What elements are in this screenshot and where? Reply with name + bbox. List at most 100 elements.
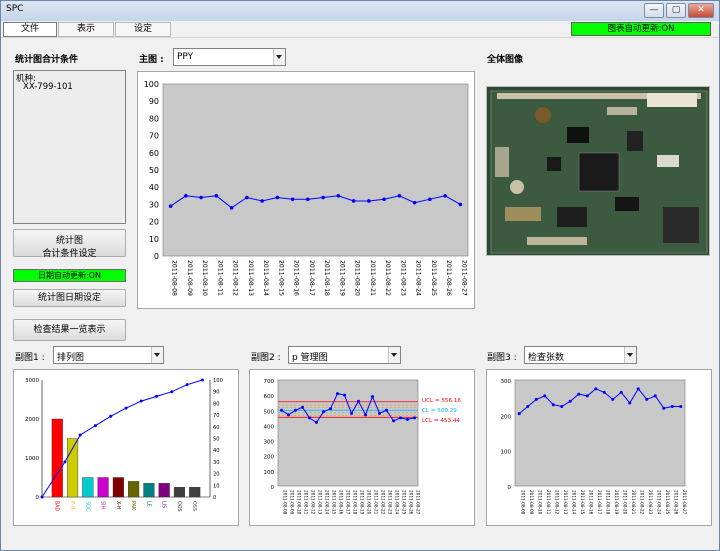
data-point [322, 410, 325, 414]
sub1-select[interactable]: 排列图 [53, 346, 164, 364]
menu-settings[interactable]: 设定 [115, 22, 171, 37]
category-label: X-H [115, 501, 121, 510]
main-chart-select-value: PPY [177, 52, 194, 62]
chevron-down-icon[interactable] [273, 49, 285, 65]
data-point [184, 194, 188, 198]
pareto-panel: 0 1000 2000 3000 0 10 20 30 40 50 60 70 80 90 100 BAD P-… [13, 369, 239, 526]
minimize-button[interactable]: — [644, 3, 664, 18]
data-point [517, 412, 521, 416]
data-point [357, 399, 360, 403]
bar [97, 477, 109, 498]
x-tick-label: 2011-08-25 [430, 260, 437, 296]
data-point [443, 194, 447, 198]
y-tick-label: 600 [264, 394, 275, 400]
x-tick-label: 2011-08-27 [416, 490, 421, 515]
result-list-button[interactable]: 检查结果一览表示 [13, 319, 126, 341]
conditions-title: 统计图合计条件 [15, 55, 79, 65]
main-chart-select[interactable]: PPY [173, 48, 286, 66]
y-tick-label: 10 [149, 235, 159, 244]
x-tick-label: 2011-08-08 [171, 260, 178, 296]
data-point [392, 419, 395, 423]
y-tick-label: 100 [264, 470, 275, 476]
sub3-label: 副图3 : [487, 353, 517, 363]
data-point [350, 411, 353, 415]
y-tick-label: 80 [149, 114, 159, 123]
data-point [653, 394, 657, 398]
category-label: SIH [100, 501, 106, 509]
y2-tick-label: 80 [213, 401, 220, 407]
category-label: BAD [54, 501, 60, 512]
x-tick-label: 2011-08-13 [318, 490, 323, 515]
x-tick-label: 2011-08-19 [614, 490, 619, 515]
data-point [413, 416, 416, 420]
x-tick-label: 2011-08-11 [304, 490, 309, 515]
conditions-list: 机种: XX-799-101 [13, 70, 126, 224]
x-tick-label: 2011-08-25 [402, 490, 407, 515]
data-point [428, 197, 432, 202]
chevron-down-icon[interactable] [388, 347, 400, 363]
data-point [287, 413, 290, 417]
data-point [336, 392, 339, 396]
y-tick-label: 300 [501, 379, 512, 385]
data-point [275, 195, 280, 200]
y2-tick-label: 20 [213, 472, 220, 478]
control-limit-label: LCL = 453.44 [422, 418, 460, 424]
data-point [351, 199, 356, 203]
auto-update-badge: 图表自动更新:ON [571, 22, 711, 36]
menu-view[interactable]: 表示 [58, 22, 114, 37]
data-point [412, 200, 417, 205]
data-point [628, 401, 632, 405]
data-point [245, 195, 249, 200]
x-tick-label: 2011-08-17 [597, 490, 602, 515]
board-image-drawing [487, 87, 709, 255]
data-point [214, 194, 219, 198]
x-tick-label: 2011-08-15 [277, 260, 284, 296]
y2-tick-label: 10 [213, 483, 220, 489]
data-point [543, 394, 547, 398]
y-tick-label: 2000 [25, 417, 39, 423]
x-tick-label: 2011-08-09 [529, 490, 534, 515]
menu-file[interactable]: 文件 [3, 22, 57, 37]
data-point [534, 397, 538, 401]
bar [82, 477, 94, 498]
x-tick-label: 2011-08-15 [332, 490, 337, 515]
chevron-down-icon[interactable] [624, 347, 636, 363]
x-tick-label: 2011-08-17 [308, 260, 315, 296]
category-label: PAK [130, 501, 136, 511]
x-tick-label: 2011-08-23 [648, 490, 653, 515]
data-point [568, 399, 572, 403]
bar [67, 438, 79, 498]
stat-conditions-button[interactable]: 统计图 合计条件设定 [13, 229, 126, 259]
y-tick-label: 70 [149, 132, 159, 141]
date-settings-button[interactable]: 统计图日期设定 [13, 289, 126, 307]
data-point [168, 204, 173, 208]
x-tick-label: 2011-08-20 [367, 490, 372, 515]
stat-conditions-button-line2: 合计条件设定 [42, 249, 97, 259]
x-tick-label: 2011-08-17 [346, 490, 351, 515]
y-tick-label: 500 [264, 409, 275, 415]
close-button[interactable]: ✕ [688, 3, 714, 18]
sub2-select-value: p 管理图 [292, 353, 328, 363]
y-tick-label: 0 [271, 485, 275, 491]
x-tick-label: 2011-08-08 [283, 490, 288, 515]
data-point [336, 194, 341, 198]
x-tick-label: 2011-08-16 [293, 260, 300, 296]
maximize-button[interactable]: ▢ [666, 3, 686, 18]
inspection-count-chart: 0 100 200 300 2011-08-08 2011-08-09 2011-08-10… [501, 379, 687, 515]
y-tick-label: 300 [264, 440, 275, 446]
data-point [679, 405, 683, 408]
chevron-down-icon[interactable] [151, 347, 163, 363]
sub2-select[interactable]: p 管理图 [288, 346, 401, 364]
app-window: SPC — ▢ ✕ 文件 表示 设定 图表自动更新:ON 统计图合计条件 机种:… [0, 0, 720, 551]
data-point [551, 403, 555, 407]
x-tick-label: 2011-08-14 [262, 260, 269, 296]
y-tick-label: 200 [501, 414, 512, 420]
category-label: LE [145, 501, 151, 507]
data-point [611, 397, 615, 401]
x-tick-label: 2011-08-14 [571, 490, 576, 515]
window-title: SPC [6, 4, 24, 14]
plot-area [162, 83, 469, 257]
sub3-select[interactable]: 检查张数 [524, 346, 637, 364]
main-chart-panel: 0 10 20 30 40 50 60 70 80 90 100 2011-08-08 2011-08-… [137, 71, 475, 309]
y-tick-label: 0 [36, 495, 40, 501]
